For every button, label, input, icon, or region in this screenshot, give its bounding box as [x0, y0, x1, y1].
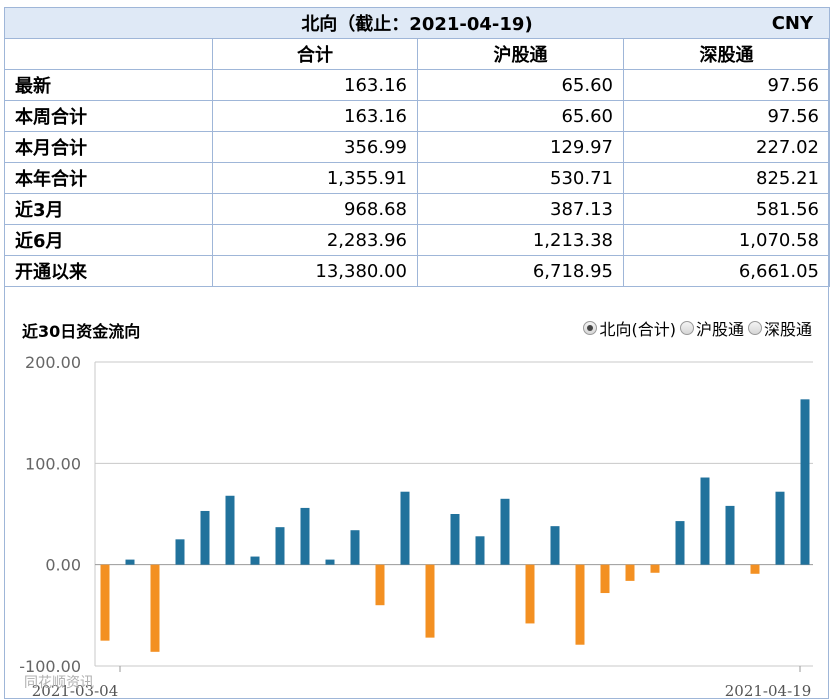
radio-icon[interactable] [679, 321, 694, 335]
radio-label: 北向(合计) [599, 320, 676, 339]
bar [725, 505, 735, 565]
column-header-shanghai: 沪股通 [417, 38, 624, 70]
table-cell: 97.56 [623, 69, 830, 101]
radio-icon[interactable] [747, 321, 762, 335]
table-row: 近6月 2,283.96 1,213.38 1,070.58 [4, 224, 830, 256]
table-cell: 6,718.95 [417, 255, 624, 287]
row-label: 开通以来 [4, 255, 213, 287]
bar [225, 495, 235, 565]
y-tick-label: 200.00 [25, 353, 81, 372]
table-cell: 129.97 [417, 131, 624, 163]
bar [325, 559, 335, 565]
table-cell: 356.99 [212, 131, 418, 163]
bar [675, 521, 685, 565]
corner-cell [4, 38, 213, 70]
table-cell: 581.56 [623, 193, 830, 225]
bar [125, 559, 135, 565]
radio-label: 沪股通 [695, 320, 744, 339]
bar [775, 491, 785, 565]
bar [100, 564, 110, 641]
fund-flow-chart: 200.00100.000.00-100.002021-03-04 2021-04… [19, 353, 813, 700]
bar [475, 536, 485, 565]
table-cell: 97.56 [623, 100, 830, 132]
table-row: 最新 163.16 65.60 97.56 [4, 69, 830, 101]
row-label: 本月合计 [4, 131, 213, 163]
table-cell: 227.02 [623, 131, 830, 163]
table-row: 近3月 968.68 387.13 581.56 [4, 193, 830, 225]
radio-label: 深股通 [763, 320, 812, 339]
northbound-summary-table: 北向（截止：2021-04-19) CNY 合计 沪股通 深股通 最新 163.1… [4, 7, 830, 287]
bar [575, 564, 585, 645]
table-title: 北向（截止：2021-04-19) [301, 14, 533, 35]
currency-label: CNY [771, 13, 813, 34]
y-tick-label: 0.00 [45, 556, 81, 575]
table-row: 本年合计 1,355.91 530.71 825.21 [4, 162, 830, 194]
bar [275, 527, 285, 565]
table-cell: 1,213.38 [417, 224, 624, 256]
radio-northbound-total[interactable]: 北向(合计) [583, 316, 676, 340]
table-header-row: 北向（截止：2021-04-19) CNY [4, 7, 830, 39]
bar [600, 564, 610, 594]
radio-icon[interactable] [583, 321, 598, 335]
column-header-row: 合计 沪股通 深股通 [4, 38, 830, 70]
table-cell: 65.60 [417, 100, 624, 132]
series-radio-group: 北向(合计) 沪股通 深股通 [579, 316, 812, 340]
bar [750, 564, 760, 574]
table-cell: 1,070.58 [623, 224, 830, 256]
bar [400, 491, 410, 565]
bar [150, 564, 160, 652]
y-tick-label: 100.00 [25, 454, 81, 473]
x-tick-label-end: 2021-04-19 [725, 682, 811, 700]
table-row: 本月合计 356.99 129.97 227.02 [4, 131, 830, 163]
table-header: 北向（截止：2021-04-19) CNY [4, 7, 830, 39]
table-row: 开通以来 13,380.00 6,718.95 6,661.05 [4, 255, 830, 287]
table-cell: 968.68 [212, 193, 418, 225]
table-cell: 163.16 [212, 69, 418, 101]
bar [500, 498, 510, 565]
table-cell: 2,283.96 [212, 224, 418, 256]
watermark-logo: 同花顺资讯 [24, 675, 94, 691]
column-header-total: 合计 [212, 38, 418, 70]
row-label: 近3月 [4, 193, 213, 225]
bar [425, 564, 435, 638]
table-cell: 13,380.00 [212, 255, 418, 287]
table-cell: 530.71 [417, 162, 624, 194]
row-label: 最新 [4, 69, 213, 101]
radio-shanghai[interactable]: 沪股通 [679, 316, 744, 340]
bar [650, 564, 660, 573]
bar [175, 539, 185, 565]
chart-title: 近30日资金流向 [22, 322, 141, 341]
table-cell: 65.60 [417, 69, 624, 101]
bar [525, 564, 535, 624]
radio-shenzhen[interactable]: 深股通 [747, 316, 812, 340]
bar [800, 399, 810, 565]
table-cell: 825.21 [623, 162, 830, 194]
row-label: 本周合计 [4, 100, 213, 132]
bar [375, 564, 385, 606]
bar [200, 510, 210, 565]
row-label: 本年合计 [4, 162, 213, 194]
bar [450, 514, 460, 565]
table-cell: 387.13 [417, 193, 624, 225]
table-cell: 1,355.91 [212, 162, 418, 194]
row-label: 近6月 [4, 224, 213, 256]
bar [300, 507, 310, 565]
bar [625, 564, 635, 581]
table-cell: 6,661.05 [623, 255, 830, 287]
table-cell: 163.16 [212, 100, 418, 132]
bar [550, 526, 560, 565]
bar [350, 530, 360, 565]
table-row: 本周合计 163.16 65.60 97.56 [4, 100, 830, 132]
bar [250, 556, 260, 565]
column-header-shenzhen: 深股通 [623, 38, 830, 70]
bar [700, 477, 710, 565]
